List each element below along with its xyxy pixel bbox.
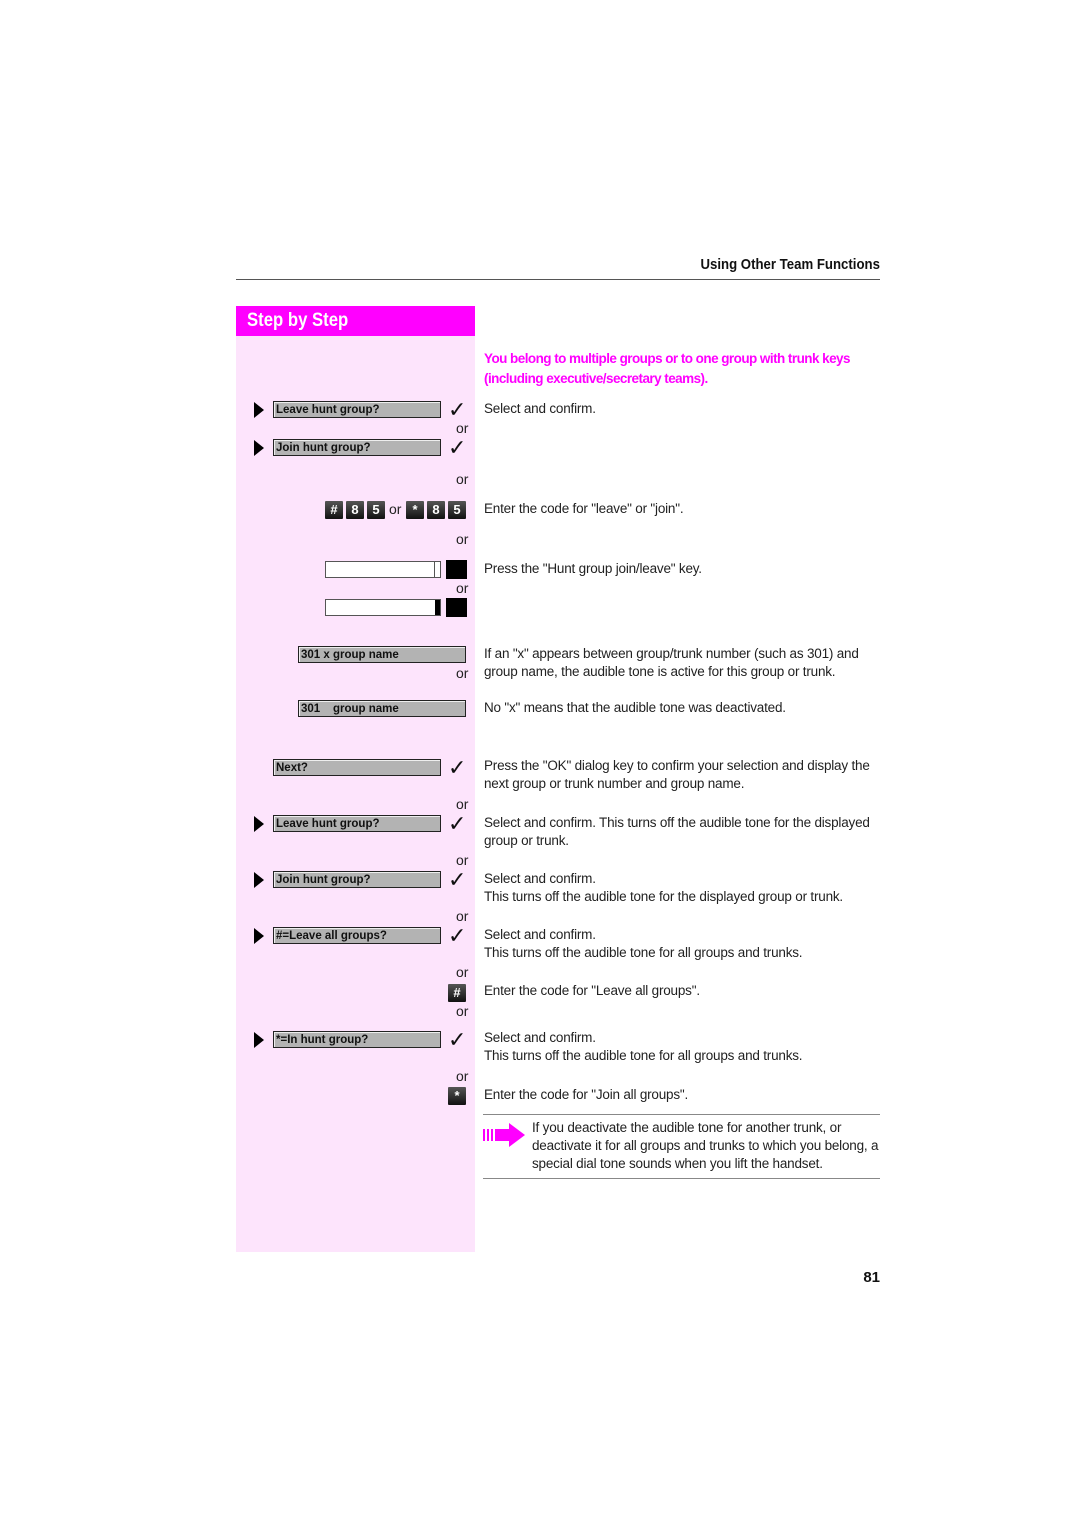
note-top-divider (483, 1114, 880, 1115)
scroll-arrow-icon (254, 816, 264, 832)
or-label: or (456, 420, 469, 436)
confirm-check-icon[interactable]: ✓ (448, 757, 466, 779)
or-label: or (456, 852, 469, 868)
step-description: If an "x" appears between group/trunk nu… (484, 646, 859, 679)
confirm-check-icon[interactable]: ✓ (448, 869, 466, 891)
display-leave-hunt-group[interactable]: Leave hunt group? (273, 401, 441, 418)
note-arrow-icon (483, 1123, 525, 1147)
scroll-arrow-icon (254, 440, 264, 456)
step-description: Select and confirm. (484, 401, 596, 416)
key-hash[interactable]: # (325, 501, 343, 519)
scroll-arrow-icon (254, 928, 264, 944)
step-description: No "x" means that the audible tone was d… (484, 700, 786, 715)
confirm-check-icon[interactable]: ✓ (448, 925, 466, 947)
step-description: Select and confirm. (484, 1030, 596, 1045)
hunt-group-function-key[interactable] (446, 560, 467, 579)
or-label: or (389, 501, 402, 517)
confirm-check-icon[interactable]: ✓ (448, 399, 466, 421)
step-by-step-title: Step by Step (247, 310, 349, 331)
intro-heading: You belong to multiple groups or to one … (484, 351, 851, 386)
step-description: Select and confirm. This turns off the a… (484, 815, 870, 848)
or-label: or (456, 1068, 469, 1084)
page-number: 81 (863, 1269, 880, 1286)
or-label: or (456, 531, 469, 547)
display-group-with-x: 301 x group name (298, 646, 466, 663)
scroll-arrow-icon (254, 402, 264, 418)
display-join-hunt-group[interactable]: Join hunt group? (273, 439, 441, 456)
confirm-check-icon[interactable]: ✓ (448, 437, 466, 459)
key-8[interactable]: 8 (346, 501, 364, 519)
display-group-plain: 301 group name (298, 700, 466, 717)
step-description: Press the "Hunt group join/leave" key. (484, 561, 702, 576)
note-text: If you deactivate the audible tone for a… (532, 1120, 879, 1171)
step-by-step-header: Step by Step (236, 306, 475, 336)
step-description: This turns off the audible tone for all … (484, 1048, 803, 1063)
scroll-arrow-icon (254, 872, 264, 888)
or-label: or (456, 908, 469, 924)
confirm-check-icon[interactable]: ✓ (448, 813, 466, 835)
or-label: or (456, 665, 469, 681)
display-next[interactable]: Next? (273, 759, 441, 776)
key-star[interactable]: * (406, 501, 424, 519)
display-leave-all-groups[interactable]: #=Leave all groups? (273, 927, 441, 944)
step-description: Select and confirm. (484, 927, 596, 942)
step-description: Select and confirm. (484, 871, 596, 886)
header-divider (236, 279, 880, 280)
confirm-check-icon[interactable]: ✓ (448, 1029, 466, 1051)
display-join-hunt-group[interactable]: Join hunt group? (273, 871, 441, 888)
or-label: or (456, 580, 469, 596)
led-off-icon (434, 562, 439, 577)
step-description: Enter the code for "leave" or "join". (484, 501, 684, 516)
step-description: This turns off the audible tone for the … (484, 889, 843, 904)
or-label: or (456, 796, 469, 812)
key-8[interactable]: 8 (427, 501, 445, 519)
led-on-icon (435, 600, 440, 615)
step-description: This turns off the audible tone for all … (484, 945, 803, 960)
display-in-hunt-group[interactable]: *=In hunt group? (273, 1031, 441, 1048)
display-leave-hunt-group[interactable]: Leave hunt group? (273, 815, 441, 832)
step-description: Enter the code for "Join all groups". (484, 1087, 689, 1102)
scroll-arrow-icon (254, 1032, 264, 1048)
note-bottom-divider (483, 1178, 880, 1179)
key-star[interactable]: * (448, 1087, 466, 1105)
or-label: or (456, 1003, 469, 1019)
or-label: or (456, 471, 469, 487)
key-5[interactable]: 5 (448, 501, 466, 519)
or-label: or (456, 964, 469, 980)
section-title: Using Other Team Functions (700, 256, 880, 273)
hunt-group-key-label-led-off (325, 561, 441, 578)
step-description: Press the "OK" dialog key to confirm you… (484, 758, 870, 791)
hunt-group-function-key[interactable] (446, 598, 467, 617)
key-5[interactable]: 5 (367, 501, 385, 519)
step-description: Enter the code for "Leave all groups". (484, 983, 700, 998)
key-hash[interactable]: # (448, 984, 466, 1002)
hunt-group-key-label-led-on (325, 599, 441, 616)
